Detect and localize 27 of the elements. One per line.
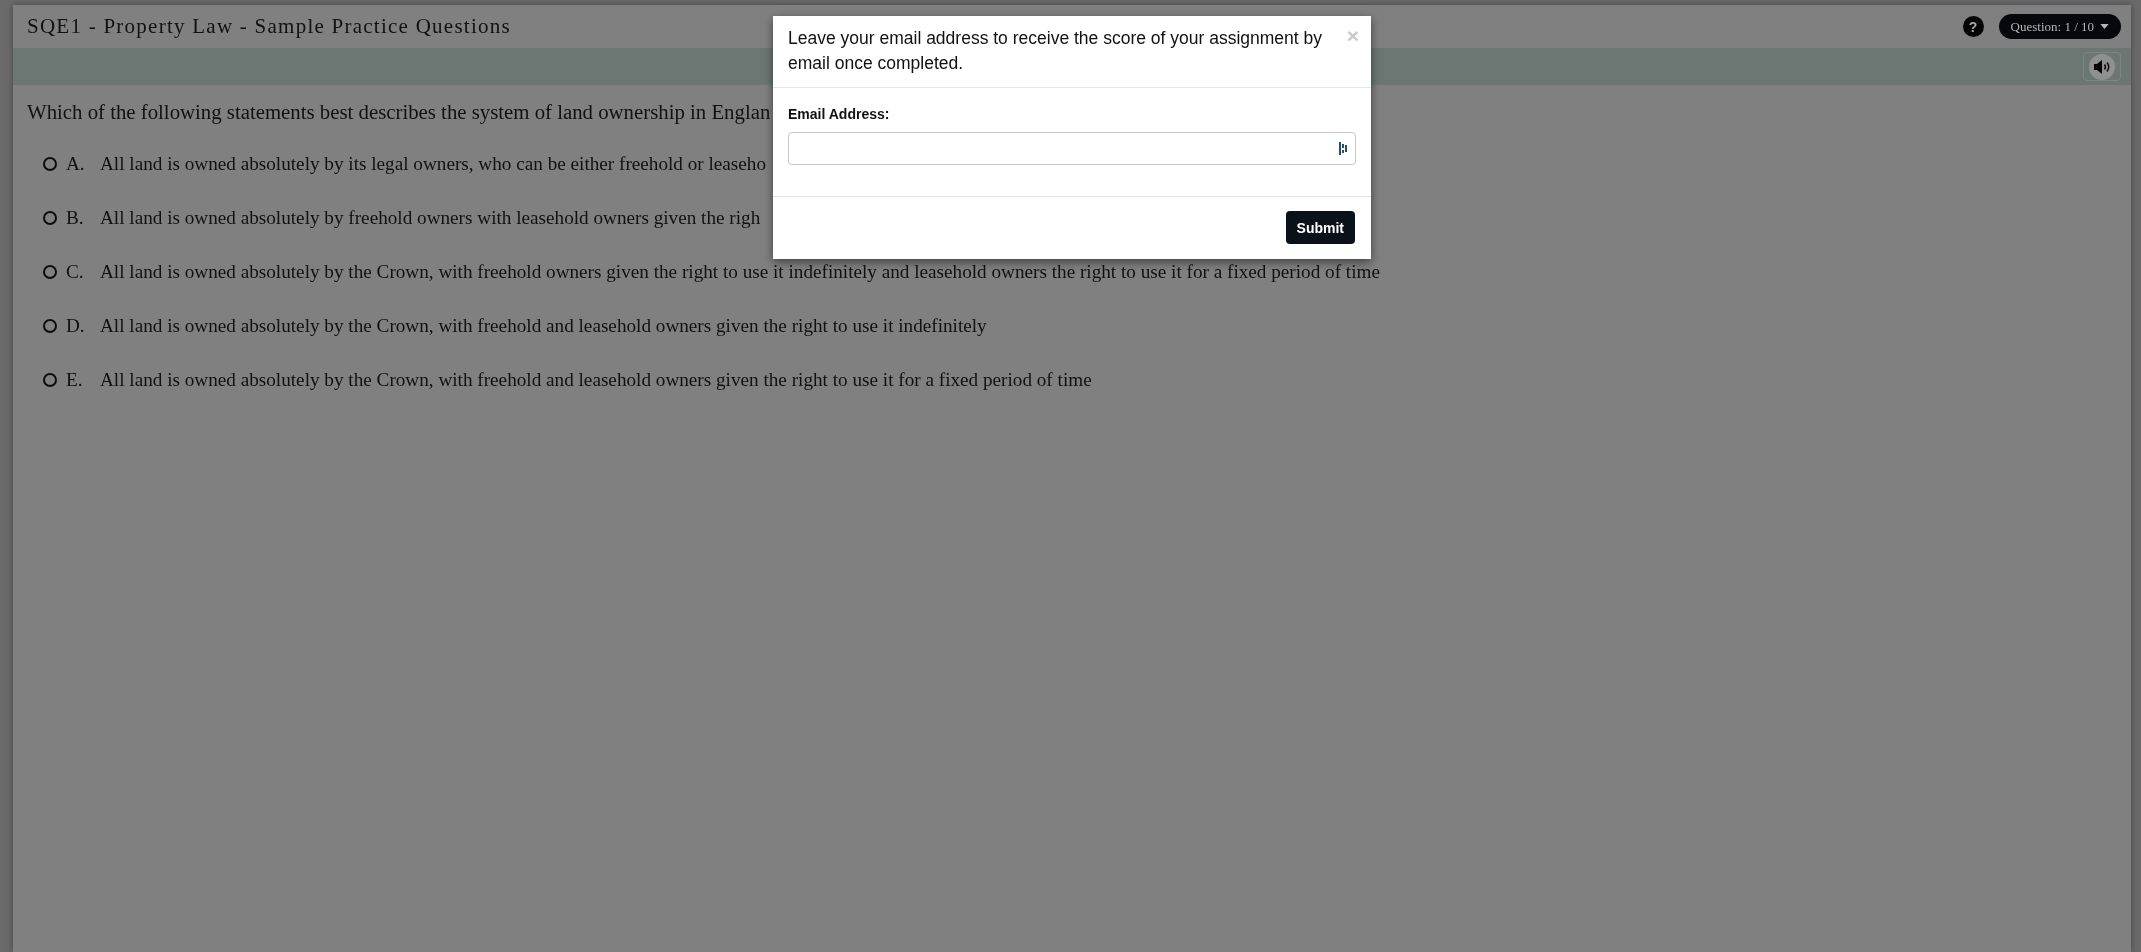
help-button[interactable]: ? — [1962, 16, 1984, 37]
radio-button[interactable] — [43, 211, 57, 225]
email-label: Email Address: — [788, 106, 890, 123]
option-text: All land is owned absolutely by the Crown, with freehold owners given the right to use it indefinitely and leasehold owners the right to use it for a fixed period of time — [100, 261, 1380, 283]
option-text: All land is owned absolutely by its legal owners, who can be either freehold or leaseho — [100, 153, 767, 175]
question-text: Which of the following statements best describes the system of land ownership in Englan — [27, 99, 771, 126]
submit-button[interactable]: Submit — [1285, 211, 1355, 244]
option-letter: C. — [66, 261, 85, 283]
option-letter: B. — [66, 207, 85, 229]
radio-button[interactable] — [43, 319, 57, 333]
option-letter: E. — [66, 369, 84, 391]
option-letter: D. — [66, 315, 86, 337]
question-dropdown[interactable]: Question: 1 / 10 — [1998, 14, 2121, 39]
email-input[interactable] — [788, 132, 1356, 165]
speaker-button[interactable] — [2083, 52, 2121, 81]
option-letter: A. — [66, 153, 86, 175]
bracket-icon — [1339, 142, 1347, 155]
radio-button[interactable] — [43, 373, 57, 387]
radio-button[interactable] — [43, 265, 57, 279]
radio-button[interactable] — [43, 157, 57, 171]
caret-icon — [2100, 24, 2109, 29]
option-text: All land is owned absolutely by freehold owners with leasehold owners given the righ — [100, 207, 761, 229]
option-text: All land is owned absolutely by the Crown, with freehold and leasehold owners given the right to use it for a fixed period of time — [100, 369, 1092, 391]
quiz-title: SQE1 - Property Law - Sample Practice Questions — [27, 14, 511, 39]
option-text: All land is owned absolutely by the Crown, with freehold and leasehold owners given the right to use it indefinitely — [100, 315, 987, 337]
modal-message: Leave your email address to receive the score of your assignment by email once completed. — [788, 27, 1324, 75]
speaker-icon — [2089, 53, 2115, 80]
